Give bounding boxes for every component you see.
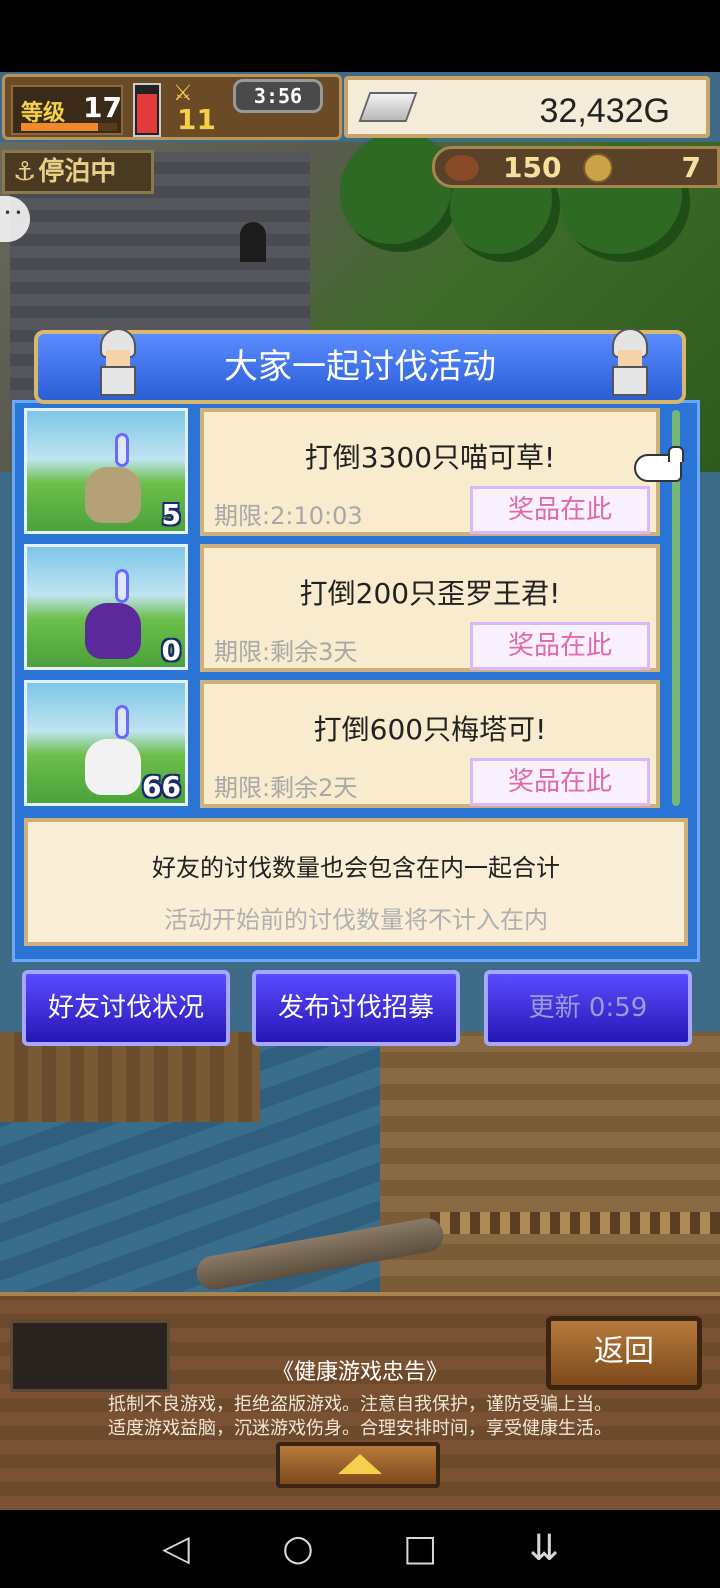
mission-row: 66 打倒600只梅塔可! 期限:剩余2天 奖品在此	[22, 678, 662, 810]
mission-title: 打倒600只梅塔可!	[313, 713, 547, 746]
coin-count: 7	[681, 151, 701, 184]
note-main-text: 好友的讨伐数量也会包含在内一起合计	[152, 854, 560, 882]
hud-stats-panel: 等级 17 ⚔ 11 3:56	[2, 74, 342, 140]
mission-deadline: 期限:剩余2天	[214, 774, 358, 802]
exclamation-icon	[115, 433, 129, 467]
level-value: 17	[83, 91, 122, 124]
coin-icon	[583, 153, 613, 183]
meat-icon	[445, 155, 479, 181]
arrow-up-icon	[338, 1454, 382, 1474]
dialog-header: 大家一起讨伐活动	[34, 328, 686, 404]
mission-deadline: 期限:2:10:03	[214, 502, 363, 530]
silver-bar-icon	[358, 92, 418, 122]
hp-gauge-fill	[137, 93, 157, 133]
knight-shield-icon	[602, 324, 658, 400]
note-box: 好友的讨伐数量也会包含在内一起合计 活动开始前的讨伐数量将不计入在内	[24, 818, 688, 946]
health-advice-line: 抵制不良游戏，拒绝盗版游戏。注意自我保护，谨防受骗上当。	[108, 1394, 612, 1415]
status-bar	[0, 0, 720, 72]
gold-amount: 32,432G	[539, 92, 670, 130]
friend-status-button[interactable]: 好友讨伐状况	[22, 970, 230, 1046]
nav-back-icon[interactable]: ◁	[136, 1510, 216, 1588]
food-count: 150	[503, 151, 562, 184]
system-navigation-bar: ◁ ○ □ ⇊	[0, 1510, 720, 1588]
mission-deadline: 期限:剩余3天	[214, 638, 358, 666]
moored-status-badge: ⚓停泊中	[2, 150, 154, 194]
resource-bar: 150 7	[432, 146, 720, 188]
exclamation-icon	[115, 705, 129, 739]
anchor-icon: ⚓	[13, 157, 37, 187]
rabbit-monster-icon	[85, 739, 141, 795]
monster-kill-count: 0	[161, 634, 181, 667]
box-king-monster-icon	[85, 603, 141, 659]
monster-card: 66	[24, 680, 188, 806]
nav-notification-icon[interactable]: ⇊	[504, 1510, 584, 1588]
ship-rail	[430, 1212, 720, 1234]
mission-card: 打倒200只歪罗王君! 期限:剩余3天 奖品在此	[200, 544, 660, 672]
prize-button[interactable]: 奖品在此	[470, 486, 650, 534]
bottom-panel: 返回 《健康游戏忠告》 抵制不良游戏，拒绝盗版游戏。注意自我保护，谨防受骗上当。…	[0, 1292, 720, 1510]
secondary-value: 11	[177, 103, 216, 136]
mission-title: 打倒3300只喵可草!	[304, 441, 556, 474]
gold-panel: 32,432G	[344, 76, 710, 138]
level-box: 等级 17	[11, 85, 123, 135]
nav-home-icon[interactable]: ○	[258, 1510, 338, 1588]
prize-button[interactable]: 奖品在此	[470, 622, 650, 670]
monster-kill-count: 66	[142, 770, 181, 803]
mission-card: 打倒3300只喵可草! 期限:2:10:03 奖品在此	[200, 408, 660, 536]
prize-button[interactable]: 奖品在此	[470, 758, 650, 806]
expand-menu-button[interactable]	[276, 1442, 440, 1488]
mission-list[interactable]: 5 打倒3300只喵可草! 期限:2:10:03 奖品在此 0 打倒200只歪罗…	[22, 406, 662, 810]
pointing-hand-icon	[634, 446, 684, 482]
mission-card: 打倒600只梅塔可! 期限:剩余2天 奖品在此	[200, 680, 660, 808]
refresh-button[interactable]: 更新 0:59	[484, 970, 692, 1046]
mission-title: 打倒200只歪罗王君!	[299, 577, 561, 610]
xp-bar	[21, 123, 117, 131]
clock-timer: 3:56	[233, 79, 323, 113]
moored-status-label: 停泊中	[38, 157, 117, 187]
nav-recent-icon[interactable]: □	[380, 1510, 460, 1588]
dialog-title: 大家一起讨伐活动	[224, 347, 496, 387]
health-advice-title: 《健康游戏忠告》	[271, 1360, 448, 1385]
xp-bar-fill	[21, 123, 98, 131]
mission-row: 5 打倒3300只喵可草! 期限:2:10:03 奖品在此	[22, 406, 662, 538]
monster-card: 0	[24, 544, 188, 670]
health-advice-line: 适度游戏益脑，沉迷游戏伤身。合理安排时间，享受健康生活。	[108, 1418, 612, 1439]
grass-monster-icon	[85, 467, 141, 523]
post-recruit-button[interactable]: 发布讨伐招募	[252, 970, 460, 1046]
monster-card: 5	[24, 408, 188, 534]
note-sub-text: 活动开始前的讨伐数量将不计入在内	[164, 906, 548, 934]
hp-gauge	[133, 83, 161, 137]
monster-kill-count: 5	[161, 498, 181, 531]
exclamation-icon	[115, 569, 129, 603]
mission-row: 0 打倒200只歪罗王君! 期限:剩余3天 奖品在此	[22, 542, 662, 674]
